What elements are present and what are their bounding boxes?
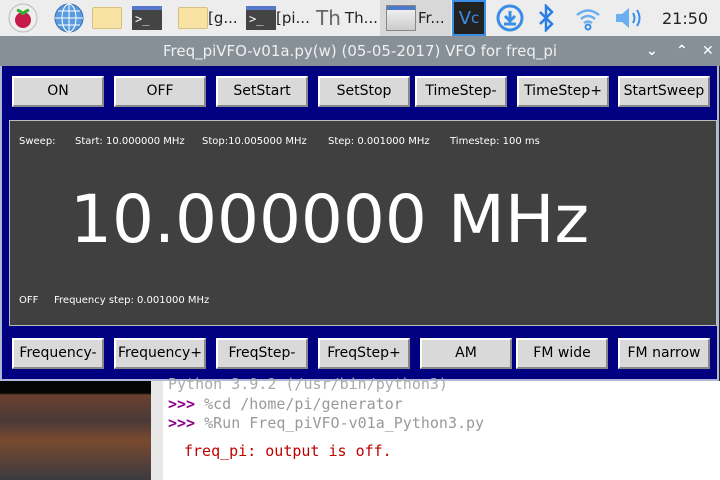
sweep-label: Sweep:: [19, 136, 56, 147]
set-start-button[interactable]: SetStart: [216, 76, 308, 107]
output-state: OFF: [19, 295, 39, 306]
frequency-step: Frequency step: 0.001000 MHz: [54, 295, 210, 306]
fm-narrow-button[interactable]: FM narrow: [618, 338, 710, 369]
wifi-icon[interactable]: [574, 3, 602, 33]
volume-icon[interactable]: [614, 3, 644, 33]
frequency-minus-button[interactable]: Frequency-: [12, 338, 104, 369]
timestep-minus-button[interactable]: TimeStep-: [415, 76, 507, 107]
taskbar: >_ [g... >_ [pi... Th Th... Fr... Vc 21:50: [0, 0, 720, 36]
taskbar-label: Fr...: [418, 9, 445, 27]
timestep-plus-button[interactable]: TimeStep+: [517, 76, 609, 107]
taskbar-label: [g...: [208, 9, 238, 27]
browser-globe-icon[interactable]: [54, 3, 84, 33]
sweep-step: Step: 0.001000 MHz: [328, 136, 430, 147]
frequency-display: Sweep: Start: 10.000000 MHz Stop:10.0050…: [9, 120, 717, 326]
shell-prompt: >>>: [168, 395, 196, 413]
maximize-icon[interactable]: ⌃: [676, 36, 688, 66]
set-stop-button[interactable]: SetStop: [318, 76, 410, 107]
frequency-plus-button[interactable]: Frequency+: [114, 338, 206, 369]
shell-prompt: >>>: [168, 414, 196, 432]
am-button[interactable]: AM: [420, 338, 512, 369]
thonny-shell[interactable]: Python 3.9.2 (/usr/bin/python3) >>> %cd …: [151, 375, 720, 480]
close-icon[interactable]: ✕: [702, 36, 714, 66]
taskbar-folder-window[interactable]: [g...: [178, 3, 238, 33]
sweep-timestep: Timestep: 100 ms: [450, 136, 540, 147]
terminal-icon[interactable]: >_: [132, 3, 162, 33]
clock[interactable]: 21:50: [662, 3, 708, 33]
shell-command: %Run Freq_piVFO-v01a_Python3.py: [204, 414, 485, 432]
taskbar-label: [pi...: [276, 9, 310, 27]
freqstep-minus-button[interactable]: FreqStep-: [216, 338, 308, 369]
shell-command: %cd /home/pi/generator: [204, 395, 403, 413]
on-button[interactable]: ON: [12, 76, 104, 107]
shell-version-line: Python 3.9.2 (/usr/bin/python3): [168, 375, 448, 393]
taskbar-terminal-window[interactable]: >_ [pi...: [246, 3, 310, 33]
sweep-stop: Stop:10.005000 MHz: [202, 136, 307, 147]
taskbar-thonny-window[interactable]: Th Th...: [316, 3, 378, 33]
window-title: Freq_piVFO-v01a.py(w) (05-05-2017) VFO f…: [162, 42, 558, 60]
desktop-wallpaper: [0, 381, 151, 480]
folder-icon: [178, 7, 208, 29]
file-manager-icon[interactable]: [92, 3, 122, 33]
taskbar-vfo-window[interactable]: Fr...: [380, 0, 451, 36]
window-titlebar[interactable]: Freq_piVFO-v01a.py(w) (05-05-2017) VFO f…: [0, 36, 720, 66]
frequency-readout: 10.000000 MHz: [70, 181, 590, 258]
vnc-icon[interactable]: Vc: [452, 0, 486, 36]
shell-output: freq_pi: output is off.: [184, 442, 392, 460]
minimize-icon[interactable]: ⌄: [646, 36, 658, 66]
taskbar-label: Th...: [344, 9, 378, 27]
download-icon[interactable]: [496, 3, 524, 33]
freqstep-plus-button[interactable]: FreqStep+: [318, 338, 410, 369]
sweep-start: Start: 10.000000 MHz: [75, 136, 185, 147]
raspberry-menu-icon[interactable]: [8, 3, 38, 33]
fm-wide-button[interactable]: FM wide: [516, 338, 608, 369]
window-icon: [386, 5, 416, 31]
off-button[interactable]: OFF: [114, 76, 206, 107]
terminal-icon: >_: [246, 6, 276, 30]
thonny-icon: Th: [316, 6, 341, 30]
start-sweep-button[interactable]: StartSweep: [618, 76, 710, 107]
bluetooth-icon[interactable]: [536, 3, 556, 33]
vfo-window: ON OFF SetStart SetStop TimeStep- TimeSt…: [0, 66, 719, 381]
